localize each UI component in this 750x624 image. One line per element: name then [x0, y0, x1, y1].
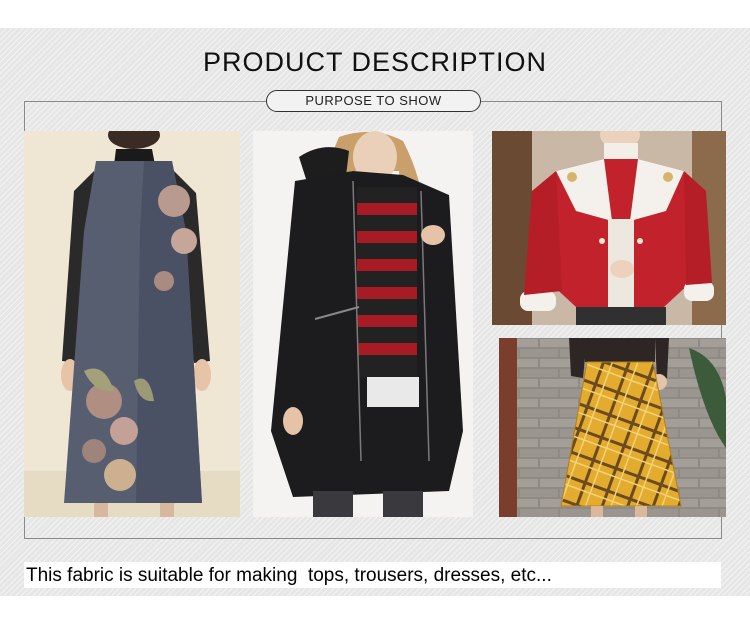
photo-dress [24, 131, 240, 517]
skirt-illustration [499, 338, 726, 517]
photo-coat [253, 131, 473, 517]
caption-bar: This fabric is suitable for making tops,… [24, 562, 721, 588]
jacket-illustration [492, 131, 726, 325]
photo-red-jacket [492, 131, 726, 325]
fabric-usage-caption: This fabric is suitable for making tops,… [26, 565, 552, 586]
photo-plaid-skirt [499, 338, 726, 517]
page-title: PRODUCT DESCRIPTION [202, 47, 548, 77]
section-subtitle-pill: PURPOSE TO SHOW [266, 90, 481, 112]
dress-illustration [24, 131, 240, 517]
coat-illustration [253, 131, 473, 517]
